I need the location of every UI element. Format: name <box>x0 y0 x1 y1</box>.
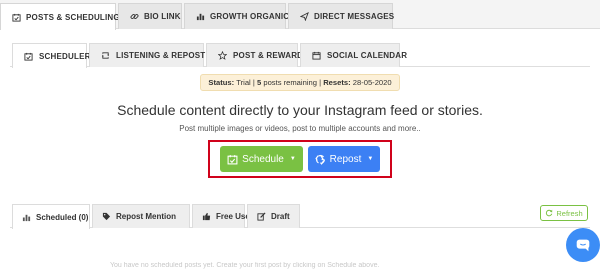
empty-state-text: You have no scheduled posts yet. Create … <box>110 262 380 269</box>
bar-chart-icon <box>196 13 205 21</box>
status-prefix: Status: <box>208 78 235 87</box>
retweet-icon <box>101 52 110 59</box>
calendar-check-icon <box>24 52 33 61</box>
tab-scheduled[interactable]: Scheduled (0) <box>12 204 90 229</box>
calendar-check-icon <box>12 13 21 22</box>
tab-listening-repost[interactable]: LISTENING & REPOST <box>89 43 206 67</box>
schedule-button-label: Schedule <box>242 153 284 165</box>
tab-label: Scheduled (0) <box>36 212 89 222</box>
status-separator: | <box>252 78 255 87</box>
paper-plane-icon <box>300 12 309 21</box>
schedule-button[interactable]: Schedule ▼ <box>220 146 303 172</box>
calendar-check-icon <box>227 154 238 164</box>
tab-bio-link[interactable]: BIO LINK <box>118 3 182 29</box>
tab-label: SOCIAL CALENDAR <box>327 51 408 60</box>
refresh-label: Refresh <box>556 208 583 218</box>
posts-tab-bar: Scheduled (0) Repost Mention Free Use Dr… <box>10 202 590 229</box>
tab-direct-messages[interactable]: DIRECT MESSAGES <box>288 3 395 29</box>
tab-label: Free Use <box>216 212 250 221</box>
status-resets-date: 28-05-2020 <box>352 78 392 87</box>
tab-free-use[interactable]: Free Use <box>192 204 250 228</box>
refresh-icon <box>546 209 553 217</box>
tab-label: BIO LINK <box>144 12 181 21</box>
calendar-icon <box>312 51 321 60</box>
tab-label: Repost Mention <box>116 212 176 221</box>
tab-growth-organic[interactable]: GROWTH ORGANIC <box>184 3 290 29</box>
tab-label: POST & REWARD <box>233 51 304 60</box>
repost-button[interactable]: Repost ▼ <box>308 146 380 172</box>
caret-down-icon: ▼ <box>367 156 374 162</box>
status-badge: Status: Trial | 5 posts remaining | Rese… <box>200 74 400 91</box>
chat-icon <box>576 239 590 252</box>
tab-draft[interactable]: Draft <box>247 204 300 228</box>
status-plan: Trial <box>236 78 251 87</box>
link-icon <box>130 14 139 19</box>
page-subheadline: Post multiple images or videos, post to … <box>179 124 421 133</box>
main-tab-bar: POSTS & SCHEDULING BIO LINK GROWTH ORGAN… <box>0 0 600 30</box>
tab-label: GROWTH ORGANIC <box>210 12 290 21</box>
tab-post-reward[interactable]: POST & REWARD <box>206 43 303 67</box>
tab-posts-scheduling[interactable]: POSTS & SCHEDULING <box>0 3 120 30</box>
tab-label: LISTENING & REPOST <box>116 51 206 60</box>
status-resets-label: Resets: <box>323 78 351 87</box>
status-count: 5 <box>256 78 262 87</box>
chat-widget-button[interactable] <box>566 228 600 262</box>
sub-tab-bar: SCHEDULER LISTENING & REPOST POST & REWA… <box>10 41 590 68</box>
tab-label: POSTS & SCHEDULING <box>26 12 120 22</box>
bar-chart-icon <box>22 214 31 221</box>
page-headline: Schedule content directly to your Instag… <box>117 102 483 118</box>
tab-social-calendar[interactable]: SOCIAL CALENDAR <box>300 43 407 67</box>
status-separator: | <box>319 78 322 87</box>
recycle-icon <box>315 154 325 165</box>
tab-label: DIRECT MESSAGES <box>314 12 395 21</box>
repost-button-label: Repost <box>329 153 362 165</box>
tab-label: SCHEDULER <box>39 51 91 61</box>
tab-scheduler[interactable]: SCHEDULER <box>12 43 90 68</box>
status-remaining: posts remaining <box>263 78 317 87</box>
tab-label: Draft <box>271 212 290 221</box>
caret-down-icon: ▼ <box>289 156 296 162</box>
edit-icon <box>257 212 266 221</box>
star-icon <box>218 51 227 60</box>
refresh-button[interactable]: Refresh <box>540 205 588 221</box>
tag-icon <box>102 212 111 221</box>
tab-repost-mention[interactable]: Repost Mention <box>92 204 190 228</box>
thumbs-up-icon <box>202 212 211 221</box>
